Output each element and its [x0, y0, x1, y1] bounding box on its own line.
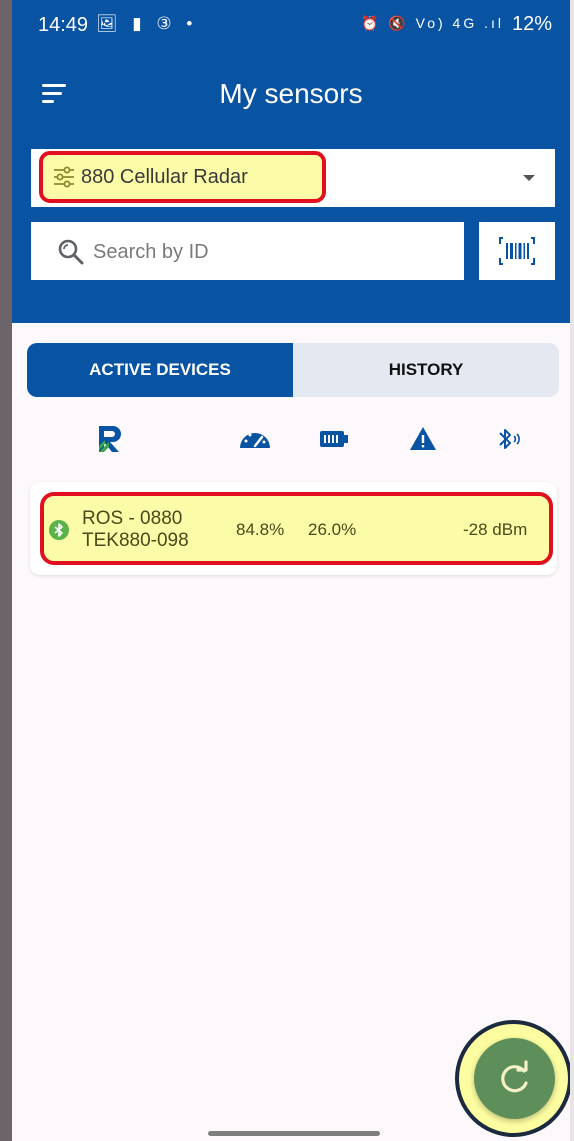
device-level: 84.8% — [236, 520, 285, 539]
device-tabs: ACTIVE DEVICES HISTORY — [27, 343, 559, 397]
screen-edge-left — [0, 0, 12, 1141]
battery-percentage: 12% — [511, 13, 552, 35]
app-header: 14:49 🖼 ▮ ③ • ⏰ 🔇 Vo) 4G .ıl 12% My sens… — [12, 0, 570, 323]
search-icon — [58, 239, 84, 265]
tab-history[interactable]: HISTORY — [293, 343, 559, 397]
speedometer-icon — [240, 433, 270, 448]
device-name: ROS - 0880 — [82, 508, 183, 529]
brand-r-icon — [99, 426, 121, 452]
bluetooth-icon — [49, 520, 69, 540]
filter-icon — [54, 166, 74, 188]
barcode-scan-icon — [499, 237, 535, 265]
status-bar: 14:49 🖼 ▮ ③ • ⏰ 🔇 Vo) 4G .ıl 12% — [12, 0, 570, 52]
status-time: 14:49 — [38, 14, 89, 36]
chevron-down-icon — [523, 175, 535, 181]
app-screen: 14:49 🖼 ▮ ③ • ⏰ 🔇 Vo) 4G .ıl 12% My sens… — [12, 0, 570, 1141]
search-input[interactable] — [91, 236, 455, 268]
device-signal: -28 dBm — [463, 520, 528, 539]
device-id: TEK880-098 — [82, 530, 189, 551]
home-indicator[interactable] — [208, 1131, 380, 1136]
notification-icons: 🖼 ▮ ③ • — [96, 14, 198, 33]
tab-active-devices[interactable]: ACTIVE DEVICES — [27, 343, 293, 397]
battery-icon — [320, 431, 348, 447]
warning-icon — [410, 427, 436, 450]
search-field — [31, 222, 464, 280]
refresh-button[interactable] — [474, 1038, 555, 1119]
page-title: My sensors — [219, 78, 363, 109]
bluetooth-signal-icon — [499, 429, 520, 449]
dropdown-selected-value: 880 Cellular Radar — [81, 166, 248, 188]
system-status-icons: ⏰ 🔇 Vo) 4G .ıl — [360, 15, 504, 31]
sensor-type-dropdown[interactable]: 880 Cellular Radar — [31, 149, 555, 207]
refresh-icon — [501, 1060, 528, 1093]
device-battery: 26.0% — [308, 520, 357, 539]
screen-edge-right — [570, 0, 574, 1141]
device-frame: 14:49 🖼 ▮ ③ • ⏰ 🔇 Vo) 4G .ıl 12% My sens… — [0, 0, 574, 1141]
scan-barcode-button[interactable] — [479, 222, 555, 280]
